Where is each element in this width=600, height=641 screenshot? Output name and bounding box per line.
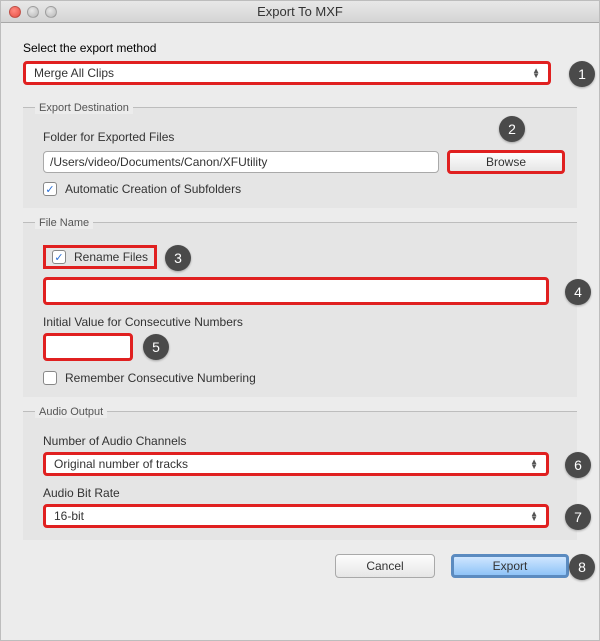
audio-channels-value: Original number of tracks — [54, 457, 188, 471]
rename-files-row: Rename Files — [43, 245, 157, 269]
callout-8: 8 — [569, 554, 595, 580]
folder-label: Folder for Exported Files — [43, 130, 565, 144]
audio-output-group: Audio Output Number of Audio Channels Or… — [23, 411, 577, 540]
folder-input[interactable] — [43, 151, 439, 173]
auto-subfolders-checkbox[interactable] — [43, 182, 57, 196]
callout-6: 6 — [565, 452, 591, 478]
filename-group: File Name Rename Files 3 4 Initial Value… — [23, 222, 577, 397]
callout-4: 4 — [565, 279, 591, 305]
callout-2: 2 — [499, 116, 525, 142]
cancel-button[interactable]: Cancel — [335, 554, 435, 578]
footer-buttons: Cancel Export 8 — [23, 554, 577, 578]
export-method-select[interactable]: Merge All Clips ▲▼ — [23, 61, 551, 85]
zoom-icon[interactable] — [45, 6, 57, 18]
rename-files-checkbox[interactable] — [52, 250, 66, 264]
callout-1: 1 — [569, 61, 595, 87]
audio-bitrate-label: Audio Bit Rate — [43, 486, 565, 500]
callout-7: 7 — [565, 504, 591, 530]
dialog-content: Select the export method Merge All Clips… — [1, 23, 599, 592]
export-button[interactable]: Export — [451, 554, 569, 578]
traffic-lights — [9, 6, 57, 18]
filename-input[interactable] — [43, 277, 549, 305]
close-icon[interactable] — [9, 6, 21, 18]
audio-bitrate-select[interactable]: 16-bit ▲▼ — [43, 504, 549, 528]
filename-legend: File Name — [35, 217, 93, 229]
chevron-updown-icon: ▲▼ — [530, 511, 538, 521]
minimize-icon[interactable] — [27, 6, 39, 18]
callout-5: 5 — [143, 334, 169, 360]
audio-channels-label: Number of Audio Channels — [43, 434, 565, 448]
auto-subfolders-label: Automatic Creation of Subfolders — [65, 182, 241, 196]
callout-3: 3 — [165, 245, 191, 271]
audio-output-legend: Audio Output — [35, 406, 107, 418]
export-destination-legend: Export Destination — [35, 102, 133, 114]
export-method-value: Merge All Clips — [34, 66, 114, 80]
audio-bitrate-value: 16-bit — [54, 509, 84, 523]
export-destination-group: Export Destination Folder for Exported F… — [23, 107, 577, 208]
initial-value-input[interactable] — [43, 333, 133, 361]
initial-value-label: Initial Value for Consecutive Numbers — [43, 315, 565, 329]
audio-channels-select[interactable]: Original number of tracks ▲▼ — [43, 452, 549, 476]
dialog-window: Export To MXF Select the export method M… — [0, 0, 600, 641]
chevron-updown-icon: ▲▼ — [530, 459, 538, 469]
titlebar: Export To MXF — [1, 1, 599, 23]
rename-files-label: Rename Files — [74, 250, 148, 264]
chevron-updown-icon: ▲▼ — [532, 68, 540, 78]
window-title: Export To MXF — [1, 4, 599, 19]
remember-numbering-label: Remember Consecutive Numbering — [65, 371, 256, 385]
remember-numbering-checkbox[interactable] — [43, 371, 57, 385]
browse-button[interactable]: Browse — [447, 150, 565, 174]
export-method-label: Select the export method — [23, 41, 577, 55]
